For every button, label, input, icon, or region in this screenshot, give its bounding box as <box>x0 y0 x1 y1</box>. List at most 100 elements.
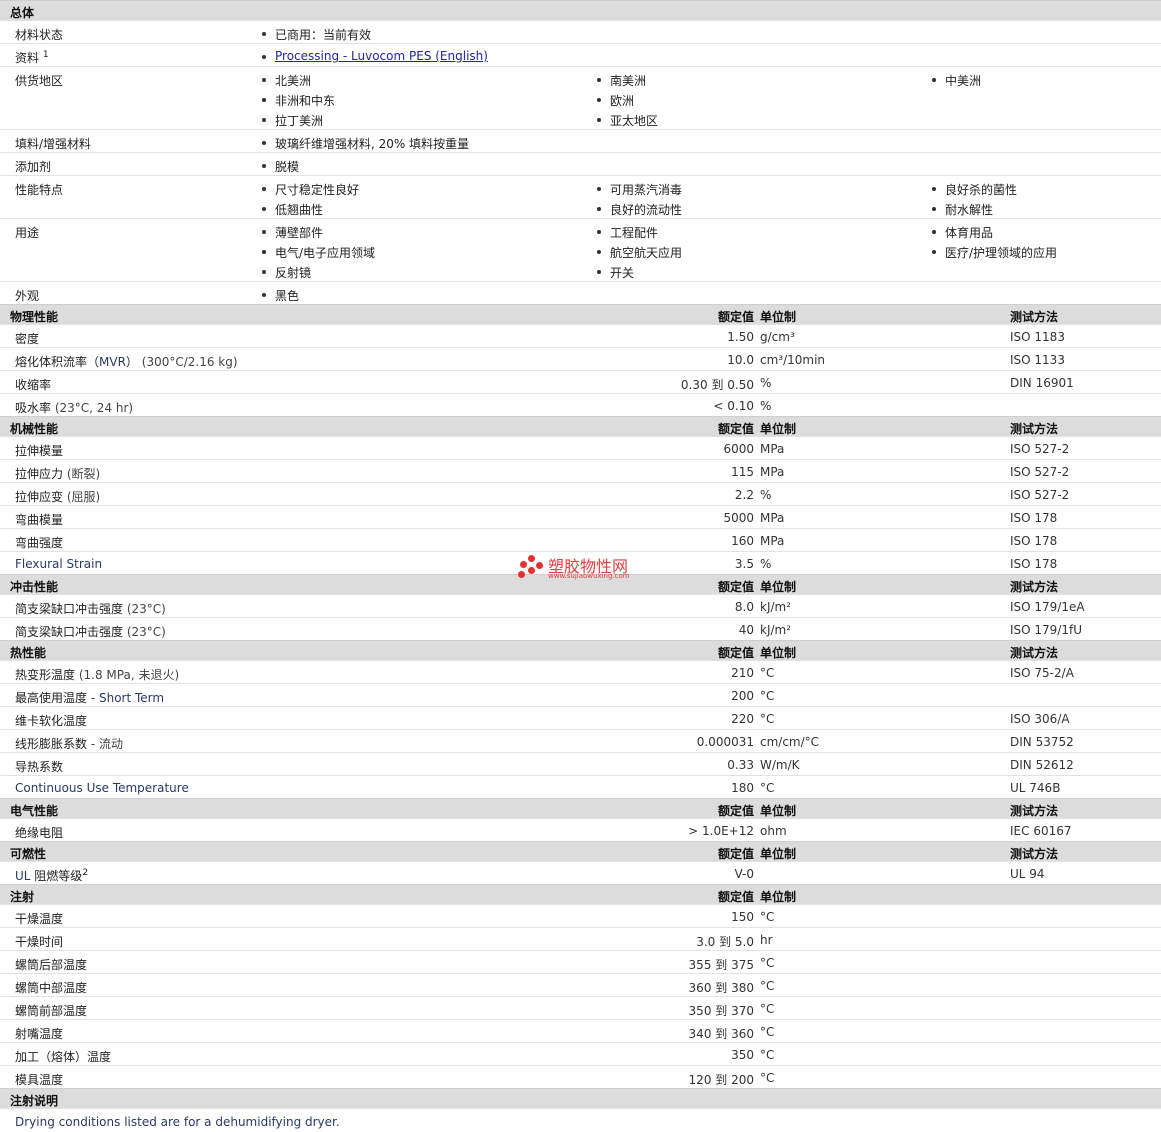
property-value: 10.0 <box>727 353 754 367</box>
table-row: 简支梁缺口冲击强度 (23°C) 40 kJ/m² ISO 179/1fU <box>0 617 1161 640</box>
section-title: 冲击性能 <box>10 580 59 594</box>
table-row: 维卡软化温度 220 °C ISO 306/A <box>0 706 1161 729</box>
list-item: 非洲和中东 <box>260 92 335 109</box>
table-row: 最高使用温度 - Short Term 200 °C <box>0 683 1161 706</box>
property-unit: MPa <box>760 442 785 456</box>
watermark-logo: 塑胶物性网 www.sujiaowuxing.com <box>518 553 648 583</box>
column-header-value: 额定值 <box>717 580 754 594</box>
property-unit: % <box>760 376 772 390</box>
column-header-unit: 单位制 <box>760 422 797 436</box>
column-header-value: 额定值 <box>717 890 754 904</box>
property-unit: cm/cm/°C <box>760 735 820 749</box>
property-unit: MPa <box>760 465 785 479</box>
property-name: 熔化体积流率（MVR） (300°C/2.16 kg) <box>15 355 238 369</box>
row-label: 资料 1 <box>15 50 49 65</box>
list-item: 工程配件 <box>595 224 658 241</box>
table-row: 弯曲强度 160 MPa ISO 178 <box>0 528 1161 551</box>
column-header-value: 额定值 <box>717 646 754 660</box>
table-row: 弯曲模量 5000 MPa ISO 178 <box>0 505 1161 528</box>
property-name: 简支梁缺口冲击强度 (23°C) <box>15 602 166 616</box>
property-value: 150 <box>731 910 754 924</box>
list-item: 航空航天应用 <box>595 244 682 261</box>
column-header-unit: 单位制 <box>760 580 797 594</box>
section-title: 物理性能 <box>10 310 59 324</box>
column-header-unit: 单位制 <box>760 847 797 861</box>
row-label: 供货地区 <box>15 74 64 88</box>
property-value: 355 到 375 <box>688 958 754 972</box>
property-unit: °C <box>760 1002 775 1016</box>
table-row: 加工（熔体）温度 350 °C <box>0 1042 1161 1065</box>
note-text: Drying conditions listed are for a dehum… <box>15 1115 340 1129</box>
property-unit: cm³/10min <box>760 353 826 367</box>
table-row: UL 阻燃等级2 V-0 UL 94 <box>0 861 1161 884</box>
property-name: 螺筒后部温度 <box>15 958 88 972</box>
watermark-url: www.sujiaowuxing.com <box>548 572 630 580</box>
list-item: 薄壁部件 <box>260 224 323 241</box>
property-name: 密度 <box>15 332 40 346</box>
table-row: 干燥时间 3.0 到 5.0 hr <box>0 927 1161 950</box>
table-row: 熔化体积流率（MVR） (300°C/2.16 kg) 10.0 cm³/10min… <box>0 347 1161 370</box>
section-header-electrical: 电气性能 额定值 单位制 测试方法 <box>0 798 1161 818</box>
property-name: 线形膨胀系数 - 流动 <box>15 737 123 751</box>
column-header-value: 额定值 <box>717 804 754 818</box>
test-method: ISO 178 <box>1010 511 1058 525</box>
property-unit: W/m/K <box>760 758 800 772</box>
processing-doc-link[interactable]: Processing - Luvocom PES (English) <box>260 49 488 63</box>
table-row: 导热系数 0.33 W/m/K DIN 52612 <box>0 752 1161 775</box>
test-method: IEC 60167 <box>1010 824 1072 838</box>
property-unit: kJ/m² <box>760 600 792 614</box>
row-label: 材料状态 <box>15 28 64 42</box>
property-value: < 0.10 <box>713 399 754 413</box>
test-method: ISO 1133 <box>1010 353 1065 367</box>
list-item: 医疗/护理领域的应用 <box>930 244 1057 261</box>
column-header-value: 额定值 <box>717 310 754 324</box>
property-value: 1.50 <box>727 330 754 344</box>
property-name: 导热系数 <box>15 760 64 774</box>
property-value: 200 <box>731 689 754 703</box>
property-value: 350 <box>731 1048 754 1062</box>
property-unit: % <box>760 399 772 413</box>
property-name: 拉伸应力 (断裂) <box>15 467 101 481</box>
list-item: 已商用：当前有效 <box>260 26 371 43</box>
property-unit: MPa <box>760 511 785 525</box>
property-unit: °C <box>760 689 775 703</box>
section-header-mechanical: 机械性能 额定值 单位制 测试方法 <box>0 416 1161 436</box>
list-item: 中美洲 <box>930 72 981 89</box>
property-name: Continuous Use Temperature <box>15 781 189 795</box>
general-row-additive: 添加剂 脱模 <box>0 152 1161 175</box>
test-method: ISO 527-2 <box>1010 465 1070 479</box>
datasheet: 总体 材料状态 已商用：当前有效 资料 1 Processing - Luvoc… <box>0 0 1161 1132</box>
table-row: 螺筒后部温度 355 到 375 °C <box>0 950 1161 973</box>
table-row: 螺筒前部温度 350 到 370 °C <box>0 996 1161 1019</box>
section-header-thermal: 热性能 额定值 单位制 测试方法 <box>0 640 1161 660</box>
section-header-flammability: 可燃性 额定值 单位制 测试方法 <box>0 841 1161 861</box>
property-unit: °C <box>760 781 775 795</box>
property-value: 115 <box>731 465 754 479</box>
property-value: 340 到 360 <box>688 1027 754 1041</box>
column-header-value: 额定值 <box>717 422 754 436</box>
test-method: ISO 178 <box>1010 557 1058 571</box>
property-unit: % <box>760 557 772 571</box>
test-method: ISO 527-2 <box>1010 488 1070 502</box>
general-row-status: 材料状态 已商用：当前有效 <box>0 20 1161 43</box>
property-value: 210 <box>731 666 754 680</box>
section-title: 总体 <box>10 6 35 20</box>
column-header-test: 测试方法 <box>1010 422 1059 436</box>
table-row: 收缩率 0.30 到 0.50% DIN 16901 <box>0 370 1161 393</box>
property-name: 最高使用温度 - Short Term <box>15 691 165 705</box>
column-header-unit: 单位制 <box>760 310 797 324</box>
section-title: 机械性能 <box>10 422 59 436</box>
list-item: 黑色 <box>260 287 299 304</box>
test-method: ISO 75-2/A <box>1010 666 1074 680</box>
property-unit: °C <box>760 712 775 726</box>
table-row: 拉伸应力 (断裂) 115 MPa ISO 527-2 <box>0 459 1161 482</box>
list-item: 良好杀的菌性 <box>930 181 1017 198</box>
column-header-unit: 单位制 <box>760 646 797 660</box>
list-item: 北美洲 <box>260 72 311 89</box>
table-row: 拉伸应变 (屈服) 2.2% ISO 527-2 <box>0 482 1161 505</box>
section-title: 电气性能 <box>10 804 59 818</box>
table-row: 热变形温度 (1.8 MPa, 未退火) 210 °C ISO 75-2/A <box>0 660 1161 683</box>
property-name: 干燥温度 <box>15 912 64 926</box>
test-method: ISO 178 <box>1010 534 1058 548</box>
property-name: 螺筒前部温度 <box>15 1004 88 1018</box>
